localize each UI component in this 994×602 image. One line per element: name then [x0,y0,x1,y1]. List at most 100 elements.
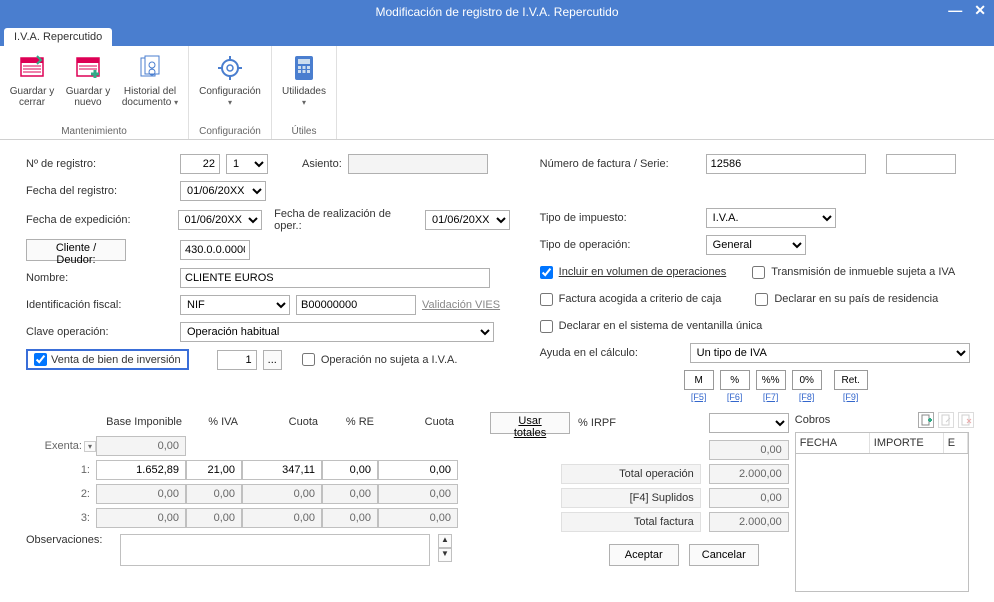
r2-base-input[interactable] [96,484,186,504]
venta-bien-label: Venta de bien de inversión [51,354,181,366]
usar-totales-button[interactable]: Usar totales [490,412,570,434]
edit-cobro-icon[interactable] [938,412,954,428]
nombre-label: Nombre: [26,272,174,284]
exenta-base-input [96,436,186,456]
no-sujeta-checkbox[interactable] [302,353,315,366]
cancelar-button[interactable]: Cancelar [689,544,759,566]
factura-caja-checkbox[interactable] [540,293,553,306]
n-registro-input[interactable] [180,154,220,174]
id-fiscal-label: Identificación fiscal: [26,299,174,311]
save-close-icon [16,52,48,84]
add-cobro-icon[interactable] [918,412,934,428]
r3-pctiva-input[interactable] [186,508,242,528]
pct-irpf-label: % IRPF [578,417,616,429]
close-icon[interactable]: ✕ [974,2,986,19]
observaciones-input[interactable] [120,534,430,566]
venta-bien-browse-button[interactable]: ... [263,350,282,370]
grid-row-2: 2: [26,484,484,504]
total-operacion-value [709,464,789,484]
cliente-deudor-button[interactable]: Cliente / Deudor: [26,239,126,261]
incluir-volumen-checkbox[interactable] [540,266,553,279]
tab-strip: I.V.A. Repercutido [0,24,994,46]
irpf-value [709,440,789,460]
calc-zero-button[interactable]: 0% [792,370,822,390]
f5-hint: [F5] [684,392,714,402]
r3-base-input[interactable] [96,508,186,528]
r3-cuota2-input[interactable] [378,508,458,528]
r1-cuota-input[interactable] [242,460,322,480]
obs-up-button[interactable]: ▲ [438,534,452,548]
calc-m-button[interactable]: M [684,370,714,390]
title-bar: Modificación de registro de I.V.A. Reper… [0,0,994,24]
fecha-expedicion-select[interactable]: 01/06/20XX [178,210,263,230]
venta-bien-checkbox[interactable] [34,353,47,366]
fecha-realiz-label: Fecha de realización de oper.: [274,208,419,232]
r1-pctiva-input[interactable] [186,460,242,480]
ayuda-calculo-select[interactable]: Un tipo de IVA [690,343,970,363]
declarar-pais-label: Declarar en su país de residencia [774,293,938,305]
venta-bien-num-input[interactable] [217,350,257,370]
declarar-pais-checkbox[interactable] [755,293,768,306]
cobros-table[interactable]: FECHA IMPORTE E [795,432,969,592]
tipo-operacion-select[interactable]: General [706,235,806,255]
history-icon [134,52,166,84]
asiento-label: Asiento: [302,158,342,170]
fecha-registro-select[interactable]: 01/06/20XX [180,181,266,201]
r1-pctre-input[interactable] [322,460,378,480]
fecha-expedicion-label: Fecha de expedición: [26,214,172,226]
clave-operacion-label: Clave operación: [26,326,174,338]
configuracion-button[interactable]: Configuración ▾ [195,50,265,124]
calc-ret-button[interactable]: Ret. [834,370,868,390]
r3-pctre-input[interactable] [322,508,378,528]
chevron-down-icon[interactable]: ▾ [84,441,96,452]
minimize-icon[interactable]: — [948,2,962,19]
num-factura-input[interactable] [706,154,866,174]
ribbon: Guardar y cerrar Guardar y nuevo Histori… [0,46,994,140]
total-operacion-label: Total operación [561,464,701,484]
transmision-checkbox[interactable] [752,266,765,279]
fecha-realiz-select[interactable]: 01/06/20XX [425,210,510,230]
n-registro-sub-select[interactable]: 1 [226,154,268,174]
delete-cobro-icon[interactable] [958,412,974,428]
historial-button[interactable]: Historial del documento ▾ [118,50,182,124]
chevron-down-icon: ▾ [174,98,178,107]
r2-cuota2-input[interactable] [378,484,458,504]
grid-row-3: 3: [26,508,484,528]
venta-bien-inversion-highlight: Venta de bien de inversión [26,349,189,370]
ribbon-group-mantenimiento: Mantenimiento [61,124,127,137]
serie-input[interactable] [886,154,956,174]
tab-iva-repercutido[interactable]: I.V.A. Repercutido [4,28,112,46]
tipo-impuesto-label: Tipo de impuesto: [540,212,700,224]
ayuda-calculo-label: Ayuda en el cálculo: [540,347,684,359]
aceptar-button[interactable]: Aceptar [609,544,679,566]
utilidades-button[interactable]: Utilidades ▾ [278,50,330,124]
observaciones-label: Observaciones: [26,534,112,546]
validacion-vies-link[interactable]: Validación VIES [422,299,500,311]
cobros-title: Cobros [795,414,914,426]
irpf-select[interactable] [709,413,789,433]
calc-pct-button[interactable]: % [720,370,750,390]
obs-down-button[interactable]: ▼ [438,548,452,562]
r3-cuota-input[interactable] [242,508,322,528]
r2-pctre-input[interactable] [322,484,378,504]
nombre-input[interactable] [180,268,490,288]
r1-base-input[interactable] [96,460,186,480]
ribbon-group-utiles: Útiles [291,124,316,137]
n-registro-label: Nº de registro: [26,158,174,170]
guardar-nuevo-button[interactable]: Guardar y nuevo [62,50,114,124]
id-fiscal-tipo-select[interactable]: NIF [180,295,290,315]
clave-operacion-select[interactable]: Operación habitual [180,322,494,342]
grid-row-1: 1: [26,460,484,480]
r1-cuota2-input[interactable] [378,460,458,480]
r2-cuota-input[interactable] [242,484,322,504]
chevron-down-icon: ▾ [228,98,232,107]
cliente-codigo-input[interactable] [180,240,250,260]
calc-pctpct-button[interactable]: %% [756,370,786,390]
declarar-ventanilla-checkbox[interactable] [540,320,553,333]
suplidos-value [709,488,789,508]
id-fiscal-num-input[interactable] [296,295,416,315]
guardar-cerrar-button[interactable]: Guardar y cerrar [6,50,58,124]
grid-row-exenta: Exenta:▾ [26,436,484,456]
tipo-impuesto-select[interactable]: I.V.A. [706,208,836,228]
r2-pctiva-input[interactable] [186,484,242,504]
